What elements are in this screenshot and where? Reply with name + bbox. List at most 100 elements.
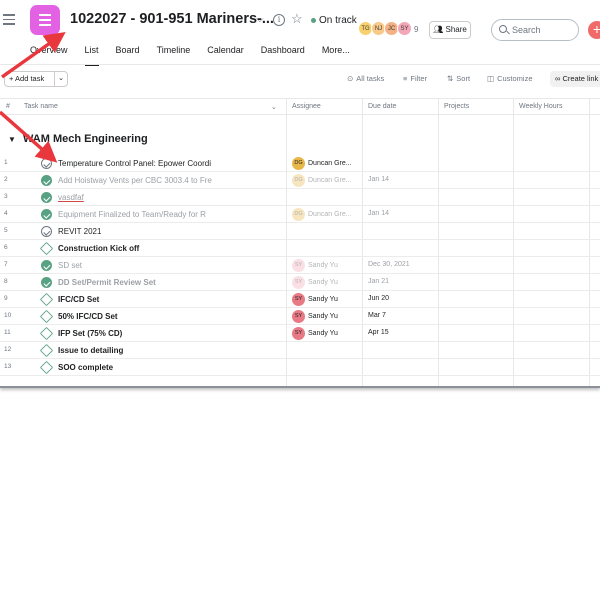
assignee-cell[interactable]: SY Sandy Yu bbox=[292, 327, 338, 340]
table-row[interactable]: 1 Temperature Control Panel: Epower Coord… bbox=[0, 155, 600, 172]
star-icon[interactable]: ☆ bbox=[291, 11, 303, 27]
table-row[interactable]: 6 Construction Kick off bbox=[0, 240, 600, 257]
table-row[interactable]: 5 REVIT 2021 bbox=[0, 223, 600, 240]
table-row[interactable]: 9 IFC/CD Set SY Sandy Yu Jun 20 bbox=[0, 291, 600, 308]
create-link-label: Create link bbox=[562, 74, 599, 83]
task-name[interactable]: Construction Kick off bbox=[58, 244, 283, 253]
add-task-button[interactable]: + Add task ⌄ bbox=[4, 71, 68, 87]
table-row[interactable]: 12 Issue to detailing bbox=[0, 342, 600, 359]
task-name[interactable]: Issue to detailing bbox=[58, 346, 283, 355]
column-assignee[interactable]: Assignee bbox=[292, 103, 321, 110]
task-name[interactable]: SD set bbox=[58, 261, 283, 270]
assignee-name: Duncan Gre... bbox=[308, 177, 352, 184]
table-row[interactable]: 3 vasdfaf bbox=[0, 189, 600, 206]
filter-button[interactable]: ≡ Filter bbox=[403, 74, 427, 83]
milestone-diamond-icon[interactable] bbox=[39, 343, 54, 358]
table-row[interactable]: 13 SOO complete bbox=[0, 359, 600, 376]
column-projects[interactable]: Projects bbox=[444, 103, 469, 110]
search-input[interactable]: Search bbox=[491, 19, 579, 41]
completed-check-icon[interactable] bbox=[41, 260, 52, 271]
complete-task-checkbox[interactable] bbox=[41, 226, 52, 237]
member-avatar[interactable]: SY bbox=[397, 21, 412, 36]
tab-timeline[interactable]: Timeline bbox=[157, 45, 191, 65]
assignee-name: Duncan Gre... bbox=[308, 211, 352, 218]
table-row[interactable]: 11 IFP Set (75% CD) SY Sandy Yu Apr 15 bbox=[0, 325, 600, 342]
completed-check-icon[interactable] bbox=[41, 175, 52, 186]
table-row[interactable]: 7 SD set SY Sandy Yu Dec 30, 2021 bbox=[0, 257, 600, 274]
all-tasks-button[interactable]: ⊙ All tasks bbox=[347, 74, 384, 83]
tab-calendar[interactable]: Calendar bbox=[207, 45, 244, 65]
due-date[interactable]: Jan 21 bbox=[368, 278, 389, 285]
due-date[interactable]: Jan 14 bbox=[368, 176, 389, 183]
due-date[interactable]: Jun 20 bbox=[368, 295, 389, 302]
sort-button[interactable]: ⇅ Sort bbox=[447, 74, 470, 83]
share-button[interactable]: 👥︎ Share bbox=[429, 21, 471, 39]
column-due-date[interactable]: Due date bbox=[368, 103, 396, 110]
due-date[interactable]: Apr 15 bbox=[368, 329, 389, 336]
task-name[interactable]: Equipment Finalized to Team/Ready for R bbox=[58, 210, 283, 219]
row-number: 4 bbox=[4, 210, 8, 217]
tab-more[interactable]: More... bbox=[322, 45, 350, 65]
task-name[interactable]: 50% IFC/CD Set bbox=[58, 312, 283, 321]
member-count: 9 bbox=[414, 25, 419, 34]
completed-check-icon[interactable] bbox=[41, 192, 52, 203]
customize-button[interactable]: ◫ Customize bbox=[487, 74, 533, 83]
task-name[interactable]: REVIT 2021 bbox=[58, 227, 283, 236]
due-date[interactable]: Mar 7 bbox=[368, 312, 386, 319]
create-link-button[interactable]: ∞ Create link bbox=[550, 71, 600, 87]
assignee-cell[interactable]: SY Sandy Yu bbox=[292, 310, 338, 323]
task-name[interactable]: DD Set/Permit Review Set bbox=[58, 278, 283, 287]
completed-check-icon[interactable] bbox=[41, 277, 52, 288]
assignee-name: Sandy Yu bbox=[308, 313, 338, 320]
task-name[interactable]: IFP Set (75% CD) bbox=[58, 329, 283, 338]
tab-list[interactable]: List bbox=[84, 45, 99, 66]
assignee-cell[interactable]: SY Sandy Yu bbox=[292, 276, 338, 289]
completed-check-icon[interactable] bbox=[41, 209, 52, 220]
section-title[interactable]: WAM Mech Engineering bbox=[23, 133, 148, 145]
column-chevron-icon[interactable]: ⌄ bbox=[271, 103, 277, 111]
tab-overview[interactable]: Overview bbox=[30, 45, 68, 65]
member-avatars[interactable]: TG NJ JC SY bbox=[358, 21, 412, 37]
info-icon[interactable]: i bbox=[273, 14, 285, 26]
milestone-diamond-icon[interactable] bbox=[39, 360, 54, 375]
project-tabs: Overview List Board Timeline Calendar Dashboa… bbox=[30, 45, 367, 66]
milestone-diamond-icon[interactable] bbox=[39, 326, 54, 341]
global-add-button[interactable]: + bbox=[588, 21, 600, 39]
table-row[interactable]: 10 50% IFC/CD Set SY Sandy Yu Mar 7 bbox=[0, 308, 600, 325]
customize-icon: ◫ bbox=[487, 74, 495, 83]
tab-dashboard[interactable]: Dashboard bbox=[261, 45, 305, 65]
row-number: 1 bbox=[4, 159, 8, 166]
hamburger-menu-icon[interactable] bbox=[3, 14, 15, 26]
column-task-name[interactable]: Task name bbox=[24, 103, 58, 110]
row-number: 12 bbox=[4, 346, 12, 353]
due-date[interactable]: Dec 30, 2021 bbox=[368, 261, 410, 268]
milestone-diamond-icon[interactable] bbox=[39, 241, 54, 256]
due-date[interactable]: Jan 14 bbox=[368, 210, 389, 217]
table-row[interactable]: 4 Equipment Finalized to Team/Ready for R… bbox=[0, 206, 600, 223]
table-row[interactable]: 2 Add Hoistway Vents per CBC 3003.4 to Fr… bbox=[0, 172, 600, 189]
sort-icon: ⇅ bbox=[447, 74, 454, 83]
column-weekly-hours[interactable]: Weekly Hours bbox=[519, 103, 562, 110]
add-task-dropdown-icon[interactable]: ⌄ bbox=[54, 72, 67, 86]
task-name[interactable]: IFC/CD Set bbox=[58, 295, 283, 304]
assignee-cell[interactable]: DG Duncan Gre... bbox=[292, 174, 352, 187]
task-name[interactable]: SOO complete bbox=[58, 363, 283, 372]
milestone-diamond-icon[interactable] bbox=[39, 292, 54, 307]
section-collapse-icon[interactable]: ▼ bbox=[8, 135, 16, 144]
table-row[interactable]: 8 DD Set/Permit Review Set SY Sandy Yu Jan 2… bbox=[0, 274, 600, 291]
task-name[interactable]: vasdfaf bbox=[58, 193, 283, 202]
avatar: DG bbox=[292, 174, 305, 187]
assignee-cell[interactable]: SY Sandy Yu bbox=[292, 293, 338, 306]
task-name[interactable]: Temperature Control Panel: Epower Coordi bbox=[58, 159, 283, 168]
complete-task-checkbox[interactable] bbox=[41, 158, 52, 169]
milestone-diamond-icon[interactable] bbox=[39, 309, 54, 324]
tab-board[interactable]: Board bbox=[116, 45, 140, 65]
assignee-cell[interactable]: DG Duncan Gre... bbox=[292, 208, 352, 221]
assignee-cell[interactable]: DG Duncan Gre... bbox=[292, 157, 352, 170]
status-badge[interactable]: On track bbox=[311, 15, 357, 26]
project-title[interactable]: 1022027 - 901-951 Mariners-... bbox=[70, 11, 274, 27]
assignee-name: Sandy Yu bbox=[308, 279, 338, 286]
chevron-down-icon[interactable]: ⌵ bbox=[256, 14, 264, 25]
assignee-cell[interactable]: SY Sandy Yu bbox=[292, 259, 338, 272]
task-name[interactable]: Add Hoistway Vents per CBC 3003.4 to Fre bbox=[58, 176, 283, 185]
